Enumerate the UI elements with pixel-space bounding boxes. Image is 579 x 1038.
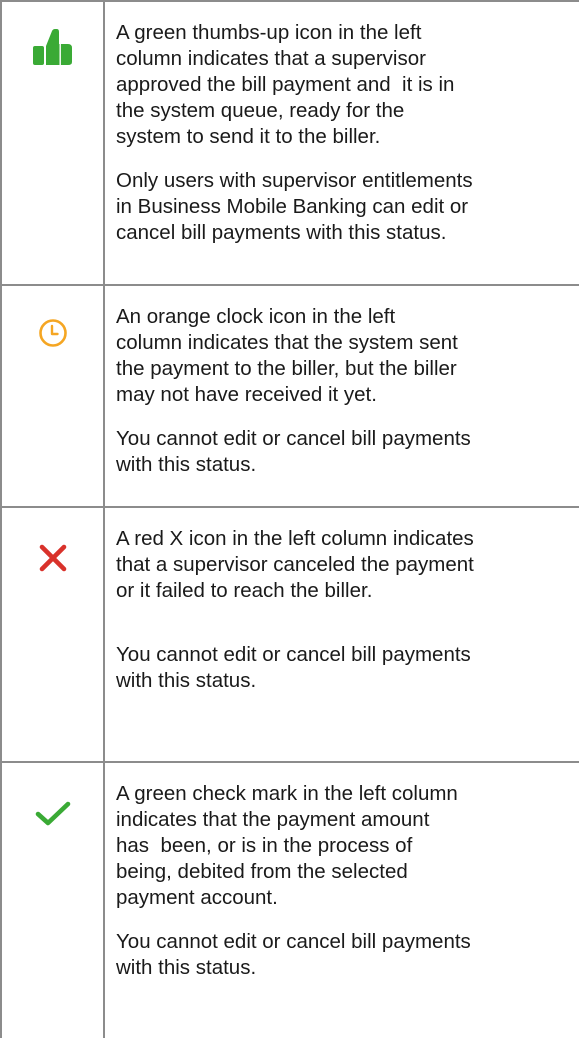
status-description: A red X icon in the left column indicate… [105,508,579,761]
status-description-paragraph: A red X icon in the left column indicate… [116,527,474,602]
status-permission-note: Only users with supervisor entitlements … [116,169,473,244]
status-description: A green check mark in the left column in… [105,763,579,1038]
x-icon [2,543,103,573]
status-legend-table: A green thumbs-up icon in the left colum… [0,0,579,1038]
thumbs-up-icon [2,28,103,68]
status-row-sent: An orange clock icon in the left column … [0,286,579,508]
status-row-debited: A green check mark in the left column in… [0,763,579,1038]
icon-cell [0,2,105,284]
status-permission-note: You cannot edit or cancel bill payments … [116,930,471,979]
status-permission-note: You cannot edit or cancel bill payments … [116,427,471,476]
icon-cell [0,286,105,506]
status-row-approved: A green thumbs-up icon in the left colum… [0,2,579,286]
status-description-paragraph: A green check mark in the left column in… [116,782,458,909]
status-description: A green thumbs-up icon in the left colum… [105,2,579,284]
status-description-paragraph: An orange clock icon in the left column … [116,305,458,406]
icon-cell [0,763,105,1038]
status-description: An orange clock icon in the left column … [105,286,579,506]
status-permission-note: You cannot edit or cancel bill payments … [116,643,471,692]
clock-icon [2,318,103,348]
icon-cell [0,508,105,761]
status-description-paragraph: A green thumbs-up icon in the left colum… [116,21,455,148]
check-mark-icon [2,801,103,827]
status-row-canceled: A red X icon in the left column indicate… [0,508,579,763]
